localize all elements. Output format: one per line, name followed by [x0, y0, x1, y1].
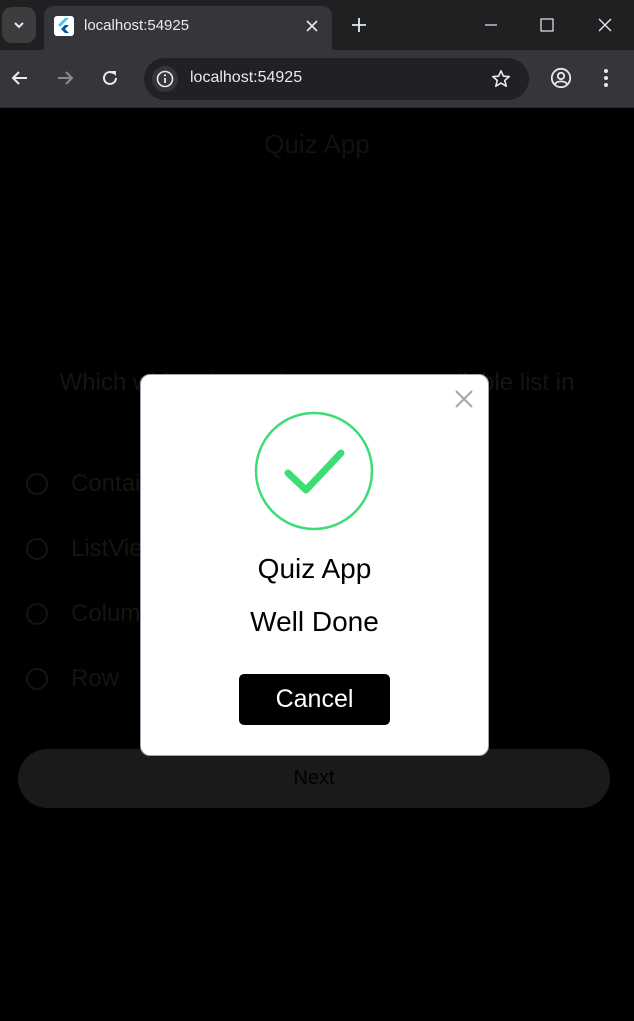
maximize-icon[interactable]	[534, 12, 560, 38]
minimize-icon[interactable]	[478, 12, 504, 38]
tab-close-icon[interactable]	[302, 16, 322, 36]
more-menu-icon[interactable]	[593, 65, 619, 91]
app-bar-title: Quiz App	[264, 129, 370, 159]
reload-icon[interactable]	[97, 65, 123, 91]
forward-arrow-icon[interactable]	[52, 65, 78, 91]
tab-title: localhost:54925	[84, 17, 190, 34]
site-info-icon[interactable]	[152, 66, 178, 92]
radio-button[interactable]	[26, 538, 48, 560]
url-text: localhost:54925	[190, 69, 303, 86]
dialog-title: Quiz App	[257, 553, 372, 584]
flutter-icon	[54, 16, 74, 36]
profile-icon[interactable]	[548, 65, 574, 91]
success-dialog: Quiz App Well Done Cancel	[140, 374, 489, 756]
browser-toolbar: localhost:54925	[0, 50, 634, 108]
cancel-button[interactable]: Cancel	[239, 674, 390, 725]
answer-option[interactable]: Row	[26, 664, 119, 694]
chevron-down-icon	[14, 22, 24, 29]
radio-button[interactable]	[26, 603, 48, 625]
close-icon[interactable]	[452, 387, 476, 411]
back-arrow-icon[interactable]	[7, 65, 33, 91]
window-close-icon[interactable]	[592, 12, 618, 38]
option-label: Row	[71, 665, 120, 692]
radio-button[interactable]	[26, 668, 48, 690]
address-bar[interactable]: localhost:54925	[144, 58, 529, 100]
browser-tabstrip: localhost:54925	[0, 0, 634, 50]
bookmark-star-icon[interactable]	[489, 67, 513, 91]
check-circle-icon	[254, 411, 374, 531]
browser-tab[interactable]: localhost:54925	[44, 6, 332, 50]
answer-option[interactable]: Column	[26, 599, 154, 629]
next-button[interactable]: Next	[18, 749, 610, 808]
radio-button[interactable]	[26, 473, 48, 495]
tab-search-button[interactable]	[2, 7, 36, 43]
new-tab-icon[interactable]	[348, 14, 370, 36]
dialog-message: Well Done	[250, 606, 379, 637]
